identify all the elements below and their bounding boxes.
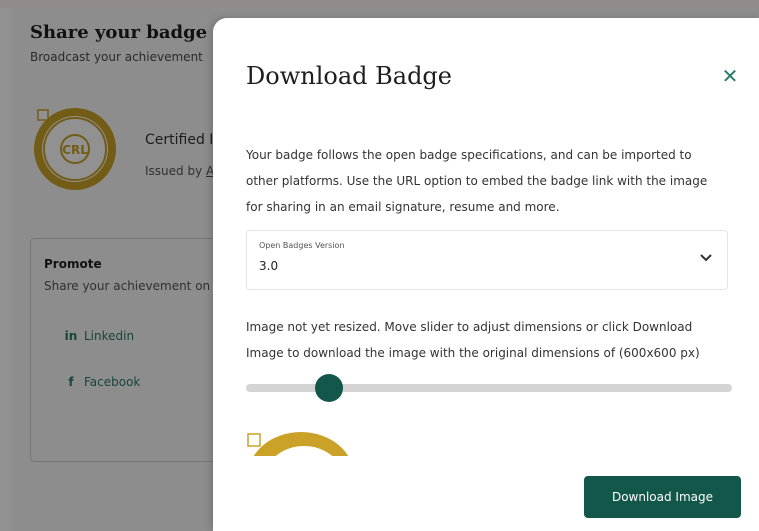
open-badges-version-select[interactable]: Open Badges Version 3.0	[246, 230, 728, 290]
select-label: Open Badges Version	[259, 241, 345, 250]
dimension-slider[interactable]	[246, 372, 732, 404]
slider-handle[interactable]	[314, 374, 343, 402]
modal-description: Your badge follows the open badge specif…	[246, 148, 708, 214]
modal-title: Download Badge	[246, 62, 452, 90]
chevron-down-icon	[700, 254, 712, 262]
badge-preview-image	[247, 432, 349, 456]
close-icon[interactable]: ✕	[720, 66, 740, 86]
download-badge-modal: Download Badge ✕ Your badge follows the …	[213, 18, 759, 531]
select-value: 3.0	[259, 259, 279, 273]
resize-instructions: Image not yet resized. Move slider to ad…	[246, 320, 700, 360]
download-image-button[interactable]: Download Image	[584, 476, 741, 518]
